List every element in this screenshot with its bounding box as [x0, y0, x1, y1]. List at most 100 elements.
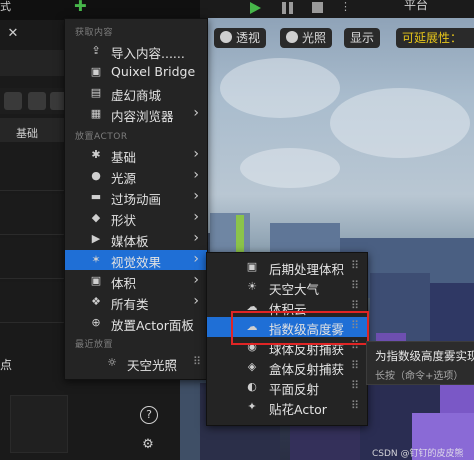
menu-item-label: 后期处理体积 — [269, 262, 345, 277]
menu-item-volumes[interactable]: ▣ 体积 › — [65, 271, 207, 291]
menu-item-place-actor-panel[interactable]: ⊕ 放置Actor面板 — [65, 313, 207, 333]
menu-item-label: 导入内容...... — [111, 46, 185, 61]
submenu-item-planar-reflection[interactable]: ◐ 平面反射 ⠿ — [207, 377, 367, 397]
menu-item-label: 光源 — [111, 171, 137, 186]
menu-item-import[interactable]: ⇪ 导入内容...... — [65, 41, 207, 61]
menu-item-label: 天空大气 — [269, 282, 320, 297]
platforms-button[interactable]: 平台 — [404, 0, 428, 13]
tooltip: 为指数级高度雾实现 长按（命令+选项） — [366, 341, 474, 385]
bridge-icon: ▣ — [90, 65, 102, 78]
drag-handle-icon[interactable]: ⠿ — [351, 379, 359, 392]
box-reflection-icon: ◈ — [247, 360, 257, 373]
help-icon[interactable]: ? — [140, 406, 158, 424]
play-icon[interactable] — [250, 2, 261, 14]
decal-icon: ✦ — [247, 400, 257, 413]
menu-item-label: 基础 — [111, 150, 137, 165]
pause-icon[interactable] — [282, 2, 294, 14]
menu-item-visual-effects[interactable]: ✶ 视觉效果 › — [65, 250, 207, 270]
menu-item-quixel-bridge[interactable]: ▣ Quixel Bridge — [65, 62, 207, 82]
chevron-right-icon: › — [193, 272, 199, 288]
cloud — [240, 148, 340, 188]
perspective-label: 透视 — [236, 31, 261, 45]
section-label: 基础 — [16, 127, 38, 140]
lit-label: 光照 — [302, 31, 327, 45]
submenu-item-sky-atmosphere[interactable]: ☀ 天空大气 ⠿ — [207, 277, 367, 297]
scalability-button[interactable]: 可延展性： — [396, 28, 474, 48]
media-play-icon[interactable] — [28, 92, 46, 110]
menu-item-marketplace[interactable]: ▤ 虚幻商城 — [65, 83, 207, 103]
show-label: 显示 — [350, 31, 375, 45]
drag-handle-icon[interactable]: ⠿ — [351, 399, 359, 412]
submenu-item-box-reflection[interactable]: ◈ 盒体反射捕获 ⠿ — [207, 357, 367, 377]
menu-header: 最近放置 — [75, 340, 114, 350]
close-icon[interactable]: ✕ — [6, 26, 20, 41]
menu-item-label: 所有类 — [111, 297, 149, 312]
cloud — [220, 58, 340, 118]
stop-icon[interactable] — [312, 2, 323, 13]
shapes-icon: ◆ — [91, 211, 101, 224]
add-actor-icon[interactable]: ✚ — [74, 0, 87, 14]
property-row[interactable] — [0, 238, 66, 279]
panel-tab-strip: 式 — [0, 0, 200, 20]
property-row[interactable] — [0, 282, 66, 323]
menu-item-label: 体积 — [111, 276, 137, 291]
menu-item-recent-skylight[interactable]: ☼ 天空光照 ⠿ — [65, 353, 207, 373]
drag-handle-icon[interactable]: ⠿ — [193, 355, 201, 368]
lit-icon — [286, 31, 298, 43]
menu-item-label: 过场动画 — [111, 192, 162, 207]
menu-item-label: 视觉效果 — [111, 255, 162, 270]
tooltip-hint: 长按（命令+选项） — [375, 371, 464, 382]
post-process-icon: ▣ — [246, 260, 258, 273]
chevron-right-icon: › — [193, 230, 199, 246]
property-row[interactable] — [0, 194, 66, 235]
menu-item-media[interactable]: ▶ 媒体板 › — [65, 229, 207, 249]
tooltip-title: 为指数级高度雾实现 — [375, 349, 474, 363]
volume-icon: ▣ — [90, 274, 102, 287]
scalability-label: 可延展性： — [402, 31, 463, 45]
chevron-right-icon: › — [193, 188, 199, 204]
menu-item-content-browser[interactable]: ▦ 内容浏览器 › — [65, 104, 207, 124]
chevron-right-icon: › — [193, 251, 199, 267]
content-browser-icon: ▦ — [90, 107, 102, 120]
cube-icon[interactable] — [4, 92, 22, 110]
panel-toolbar — [0, 50, 66, 76]
menu-item-lights[interactable]: ● 光源 › — [65, 166, 207, 186]
show-button[interactable]: 显示 — [344, 28, 381, 48]
mode-label[interactable]: 式 — [0, 0, 11, 14]
drag-handle-icon[interactable]: ⠿ — [351, 259, 359, 272]
sky-atmosphere-icon: ☀ — [247, 280, 257, 293]
chevron-right-icon: › — [193, 146, 199, 162]
menu-item-label: 内容浏览器 — [111, 109, 174, 124]
perspective-button[interactable]: 透视 — [214, 28, 267, 48]
marketplace-icon: ▤ — [90, 86, 102, 99]
menu-item-label: 形状 — [111, 213, 137, 228]
basic-icon: ✱ — [91, 148, 101, 161]
menu-item-cinematic[interactable]: ▬ 过场动画 › — [65, 187, 207, 207]
menu-item-all-classes[interactable]: ❖ 所有类 › — [65, 292, 207, 312]
menu-item-shapes[interactable]: ◆ 形状 › — [65, 208, 207, 228]
menu-item-label: 盒体反射捕获 — [269, 362, 345, 377]
property-label: 点 — [0, 358, 13, 372]
menu-item-label: 媒体板 — [111, 234, 149, 249]
light-icon: ● — [91, 169, 101, 182]
menu-item-label: 平面反射 — [269, 382, 320, 397]
menu-item-label: Quixel Bridge — [111, 64, 196, 79]
add-actor-menu: 获取内容 ⇪ 导入内容...... ▣ Quixel Bridge ▤ 虚幻商城… — [64, 18, 208, 380]
menu-item-label: 放置Actor面板 — [111, 318, 194, 333]
submenu-item-post-process[interactable]: ▣ 后期处理体积 ⠿ — [207, 257, 367, 277]
lit-button[interactable]: 光照 — [280, 28, 333, 48]
more-icon[interactable]: ⋮ — [340, 0, 351, 13]
drag-handle-icon[interactable]: ⠿ — [351, 359, 359, 372]
watermark: CSDN @钉钉的皮皮熊 — [372, 449, 464, 459]
submenu-item-decal[interactable]: ✦ 贴花Actor ⠿ — [207, 397, 367, 417]
menu-item-label: 贴花Actor — [269, 402, 327, 417]
top-toolbar — [200, 0, 474, 18]
property-box — [10, 395, 68, 453]
visual-effects-icon: ✶ — [91, 253, 101, 266]
property-row[interactable] — [0, 150, 66, 191]
menu-item-basic[interactable]: ✱ 基础 › — [65, 145, 207, 165]
gear-icon[interactable]: ⚙ — [140, 437, 156, 453]
highlight-box — [231, 311, 369, 345]
chevron-right-icon: › — [193, 105, 199, 121]
drag-handle-icon[interactable]: ⠿ — [351, 279, 359, 292]
